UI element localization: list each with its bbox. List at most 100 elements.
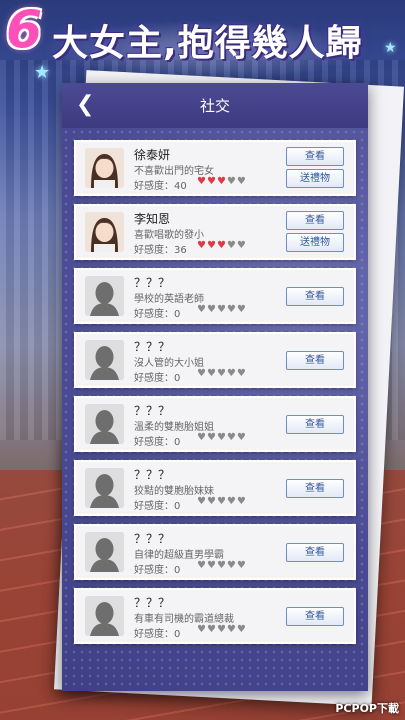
heart-icon: ♥ [216, 176, 227, 187]
view-button[interactable]: 查看 [286, 287, 344, 306]
heart-icon: ♥ [216, 432, 227, 443]
heart-icon: ♥ [236, 624, 247, 635]
locked-silhouette-portrait [85, 340, 124, 380]
character-description: 溫柔的雙胞胎姐姐 [134, 422, 214, 433]
character-card: ？？？ 溫柔的雙胞胎姐姐 好感度：0 ♥♥♥♥♥ 查看 [74, 396, 356, 452]
character-description: 學校的英語老師 [134, 294, 204, 305]
affinity-label: 好感度：0 [134, 309, 181, 320]
heart-icon: ♥ [226, 176, 237, 187]
sparkle-icon: ★ [34, 62, 51, 83]
character-name: ？？？ [134, 468, 171, 482]
character-card: ？？？ 學校的英語老師 好感度：0 ♥♥♥♥♥ 查看 [74, 268, 356, 324]
heart-icon: ♥ [226, 624, 237, 635]
heart-icon: ♥ [197, 176, 207, 187]
view-button[interactable]: 查看 [286, 607, 344, 626]
heart-icon: ♥ [226, 304, 237, 315]
character-name: ？？？ [134, 532, 171, 546]
heart-icon: ♥ [206, 432, 217, 443]
character-description: 有車有司機的霸道總裁 [134, 614, 234, 625]
heart-icon: ♥ [236, 432, 247, 443]
affinity-label: 好感度：40 [134, 181, 187, 192]
character-description: 狡黠的雙胞胎妹妹 [134, 486, 214, 497]
character-name: ？？？ [134, 404, 171, 418]
heart-icon: ♥ [197, 304, 207, 315]
heart-icon: ♥ [206, 176, 217, 187]
heart-icon: ♥ [206, 304, 217, 315]
heart-icon: ♥ [226, 432, 237, 443]
affinity-hearts: ♥♥♥♥♥ [197, 240, 247, 251]
character-card: ？？？ 自律的超級直男學霸 好感度：0 ♥♥♥♥♥ 查看 [74, 524, 356, 580]
heart-icon: ♥ [236, 496, 247, 507]
heart-icon: ♥ [236, 240, 247, 251]
screen-title: 社交 [199, 97, 230, 115]
character-list: 徐泰妍 不喜歡出門的宅女 好感度：40 ♥♥♥♥♥ 查看 送禮物 李知恩 喜歡唱歌的發小 好感度… [62, 128, 368, 691]
affinity-hearts: ♥♥♥♥♥ [197, 624, 247, 635]
headline-text: 大女主,抱得幾人歸 [52, 23, 363, 64]
view-button[interactable]: 查看 [286, 147, 344, 166]
heart-icon: ♥ [226, 560, 237, 571]
character-description: 不喜歡出門的宅女 [134, 166, 214, 177]
headline-number: 6 [6, 0, 43, 60]
heart-icon: ♥ [206, 368, 217, 379]
affinity-hearts: ♥♥♥♥♥ [197, 560, 247, 571]
heart-icon: ♥ [216, 240, 227, 251]
character-name: ？？？ [134, 596, 171, 610]
character-card: ？？？ 狡黠的雙胞胎妹妹 好感度：0 ♥♥♥♥♥ 查看 [74, 460, 356, 516]
locked-silhouette-portrait [85, 596, 124, 636]
affinity-hearts: ♥♥♥♥♥ [197, 368, 247, 379]
affinity-label: 好感度：0 [134, 373, 181, 384]
social-panel: ❮ 社交 徐泰妍 不喜歡出門的宅女 好感度：40 ♥♥♥♥♥ 查看 送禮物 李知恩 喜歡唱歌的… [62, 83, 368, 691]
locked-silhouette-portrait [85, 532, 124, 572]
heart-icon: ♥ [236, 176, 247, 187]
locked-silhouette-portrait [85, 276, 124, 316]
view-button[interactable]: 查看 [286, 543, 344, 562]
heart-icon: ♥ [236, 560, 247, 571]
heart-icon: ♥ [216, 368, 227, 379]
heart-icon: ♥ [197, 624, 207, 635]
heart-icon: ♥ [226, 496, 237, 507]
send-gift-button[interactable]: 送禮物 [286, 233, 344, 252]
character-name: 徐泰妍 [134, 148, 171, 162]
heart-icon: ♥ [197, 368, 207, 379]
heart-icon: ♥ [206, 624, 217, 635]
view-button[interactable]: 查看 [286, 351, 344, 370]
heart-icon: ♥ [226, 368, 237, 379]
character-description: 自律的超級直男學霸 [134, 550, 224, 561]
locked-silhouette-portrait [85, 404, 124, 444]
view-button[interactable]: 查看 [286, 479, 344, 498]
character-portrait [85, 148, 124, 188]
character-name: ？？？ [134, 340, 171, 354]
view-button[interactable]: 查看 [286, 211, 344, 230]
character-card: ？？？ 沒人管的大小姐 好感度：0 ♥♥♥♥♥ 查看 [74, 332, 356, 388]
character-card: 徐泰妍 不喜歡出門的宅女 好感度：40 ♥♥♥♥♥ 查看 送禮物 [74, 140, 356, 196]
affinity-label: 好感度：36 [134, 245, 187, 256]
heart-icon: ♥ [236, 368, 247, 379]
affinity-hearts: ♥♥♥♥♥ [197, 304, 247, 315]
affinity-label: 好感度：0 [134, 501, 181, 512]
top-bar: ❮ 社交 [62, 83, 368, 128]
heart-icon: ♥ [197, 432, 207, 443]
heart-icon: ♥ [206, 496, 217, 507]
character-card: ？？？ 有車有司機的霸道總裁 好感度：0 ♥♥♥♥♥ 查看 [74, 588, 356, 644]
affinity-hearts: ♥♥♥♥♥ [197, 432, 247, 443]
heart-icon: ♥ [216, 560, 227, 571]
affinity-hearts: ♥♥♥♥♥ [197, 496, 247, 507]
character-description: 喜歡唱歌的發小 [134, 230, 204, 241]
affinity-label: 好感度：0 [134, 565, 181, 576]
heart-icon: ♥ [206, 240, 217, 251]
character-description: 沒人管的大小姐 [134, 358, 204, 369]
affinity-label: 好感度：0 [134, 437, 181, 448]
heart-icon: ♥ [216, 496, 227, 507]
heart-icon: ♥ [197, 560, 207, 571]
affinity-label: 好感度：0 [134, 629, 181, 640]
heart-icon: ♥ [236, 304, 247, 315]
heart-icon: ♥ [216, 304, 227, 315]
character-name: 李知恩 [134, 212, 171, 226]
send-gift-button[interactable]: 送禮物 [286, 169, 344, 188]
promo-headline: 6 大女主,抱得幾人歸 [0, 0, 405, 64]
heart-icon: ♥ [206, 560, 217, 571]
view-button[interactable]: 查看 [286, 415, 344, 434]
affinity-hearts: ♥♥♥♥♥ [197, 176, 247, 187]
heart-icon: ♥ [197, 496, 207, 507]
character-card: 李知恩喜歡唱歌的發小 好感度：36 ♥♥♥♥♥ 查看送禮物 [74, 204, 356, 260]
